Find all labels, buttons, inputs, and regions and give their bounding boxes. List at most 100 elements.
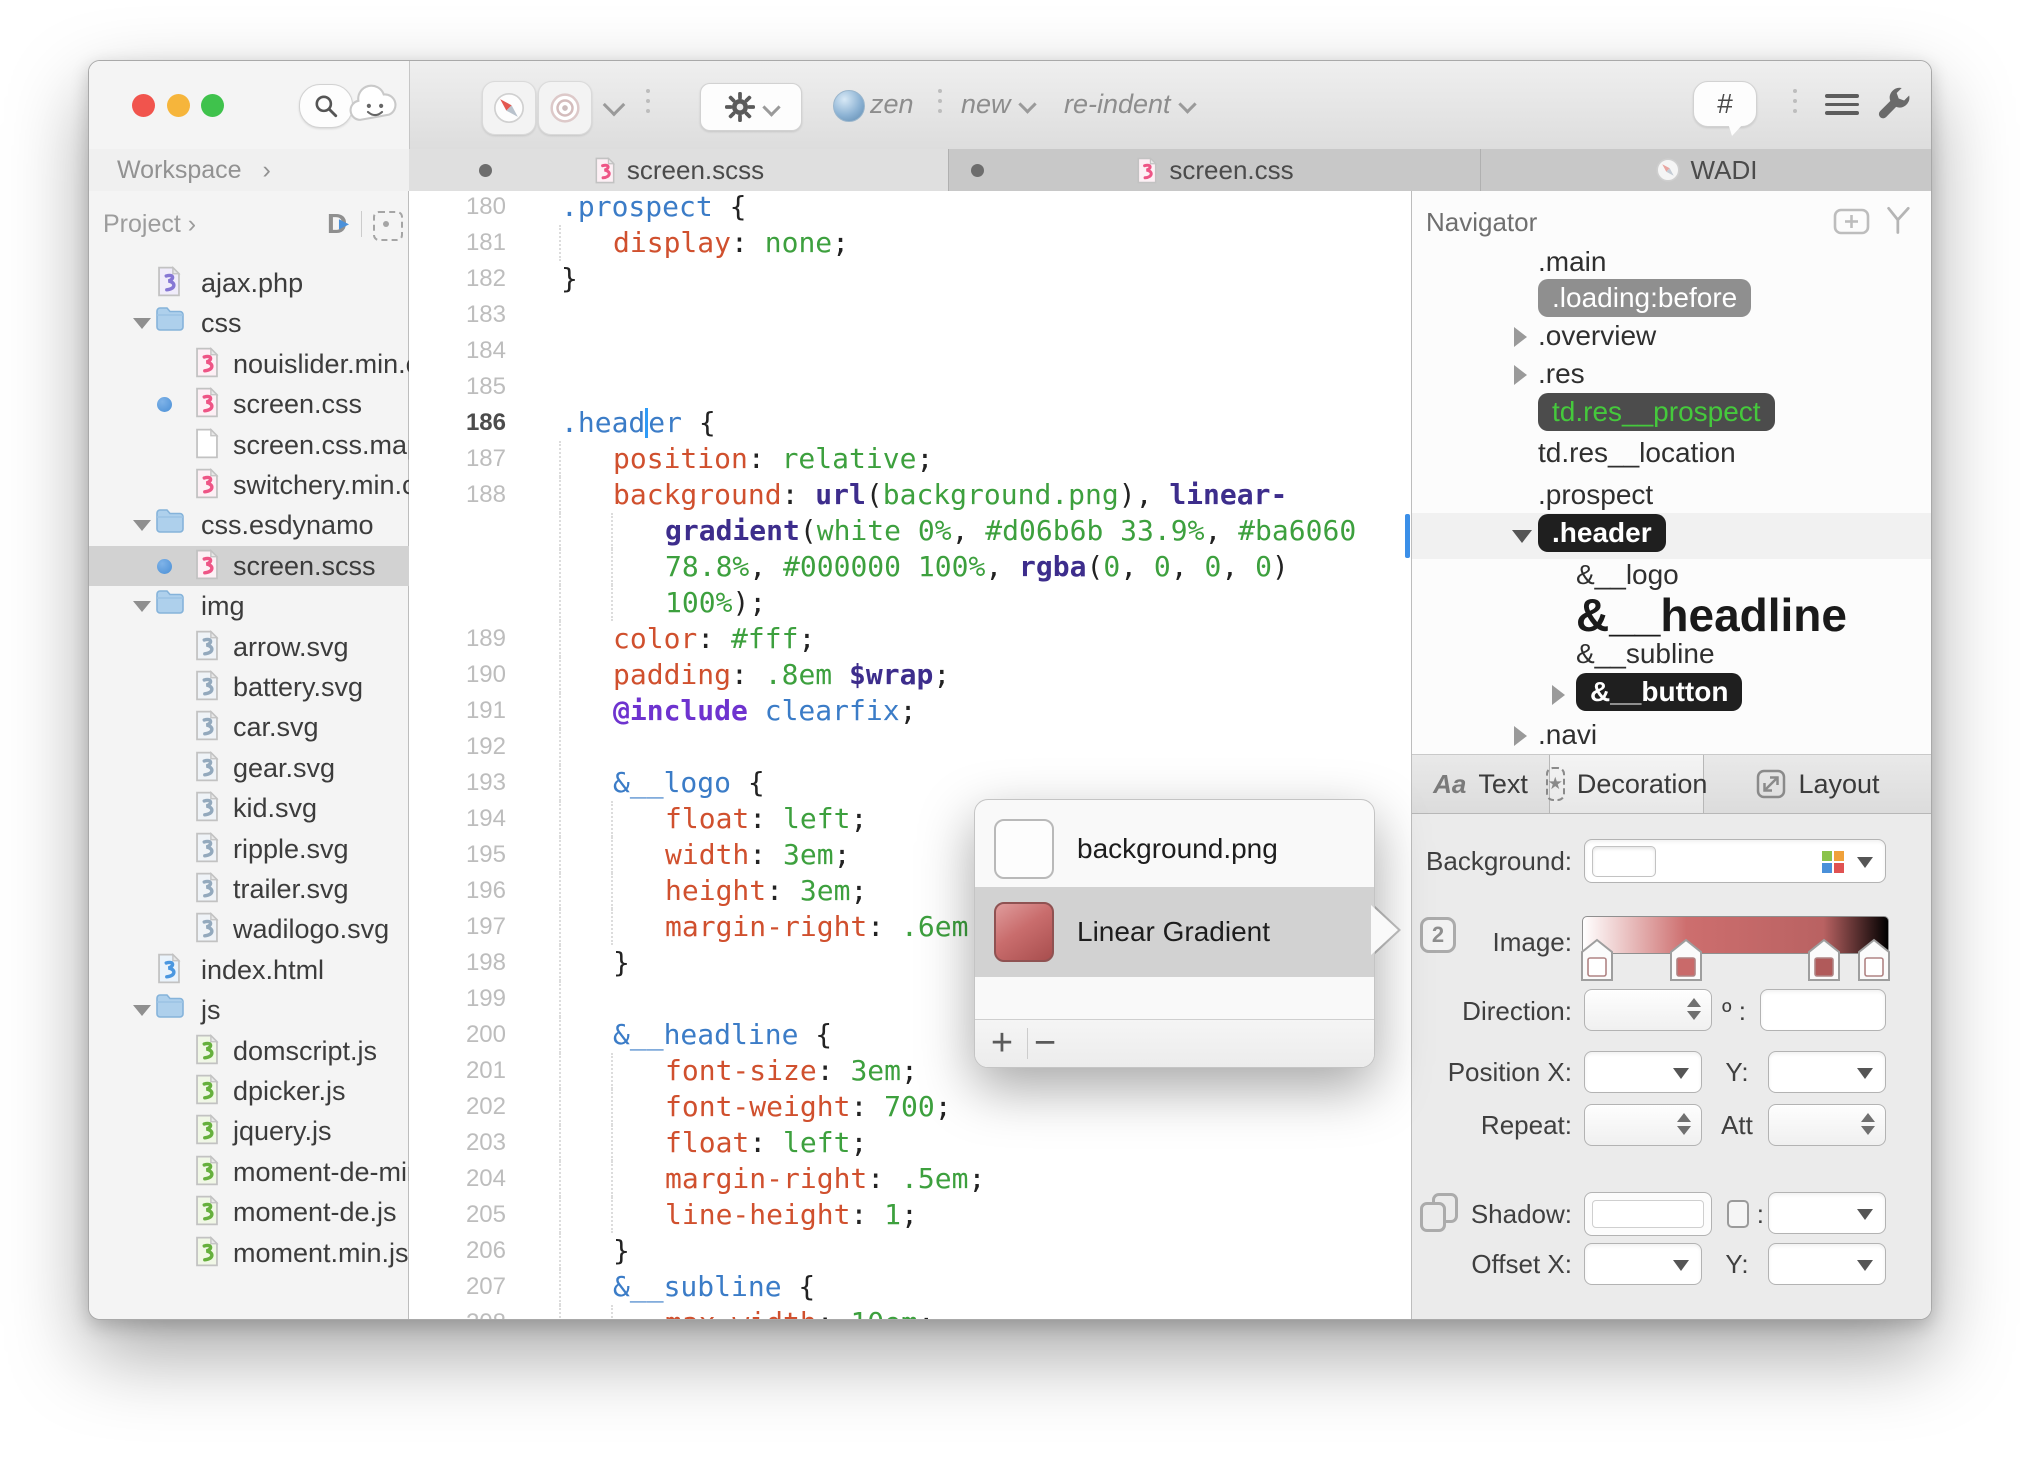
shadow-value-well[interactable]	[1584, 1192, 1712, 1236]
code-line-181[interactable]: 181 display: none;	[409, 225, 1411, 261]
background-color-well[interactable]	[1592, 846, 1656, 877]
tab-screen-css[interactable]: screen.css	[949, 149, 1481, 191]
repeat-stepper[interactable]	[1584, 1104, 1702, 1146]
remove-image-button[interactable]: −	[1023, 1020, 1067, 1067]
code-line-189[interactable]: 189 color: #fff;	[409, 621, 1411, 657]
tree-item-car.svg[interactable]: car.svg	[89, 707, 409, 747]
folder-disclosure-icon[interactable]	[133, 1005, 151, 1016]
attachment-stepper[interactable]	[1768, 1104, 1886, 1146]
target-action-button[interactable]	[538, 81, 592, 135]
tree-item-arrow.svg[interactable]: arrow.svg	[89, 627, 409, 667]
offset-y-dropdown[interactable]	[1768, 1243, 1886, 1285]
add-group-icon[interactable]	[1833, 206, 1871, 236]
scope-icon[interactable]	[373, 211, 403, 241]
tree-item-gear.svg[interactable]: gear.svg	[89, 748, 409, 788]
css-hash-bubble-button[interactable]: #	[1693, 81, 1757, 127]
code-line-182[interactable]: 182 }	[409, 261, 1411, 297]
tree-item-dpicker.js[interactable]: dpicker.js	[89, 1071, 409, 1111]
tree-item-js[interactable]: js	[89, 990, 409, 1030]
offset-x-dropdown[interactable]	[1584, 1243, 1702, 1285]
tree-item-moment-de-min.js[interactable]: moment-de-min.js	[89, 1152, 409, 1192]
code-line-192[interactable]: 192	[409, 729, 1411, 765]
code-line-185[interactable]: 185	[409, 369, 1411, 405]
new-menu[interactable]: new	[961, 89, 1034, 120]
tree-item-index.html[interactable]: index.html	[89, 950, 409, 990]
disclosure-down-icon[interactable]	[1512, 530, 1532, 543]
code-line-204[interactable]: 204 margin-right: .5em;	[409, 1161, 1411, 1197]
code-line-193[interactable]: 193 &__logo {	[409, 765, 1411, 801]
direction-degrees-input[interactable]	[1760, 989, 1886, 1031]
position-x-dropdown[interactable]	[1584, 1051, 1702, 1093]
disclosure-right-icon[interactable]	[1514, 365, 1527, 385]
tree-item-switchery.min.css[interactable]: switchery.min.css	[89, 465, 409, 505]
folder-disclosure-icon[interactable]	[133, 520, 151, 531]
minimize-window-button[interactable]	[167, 94, 190, 117]
tree-item-moment-de.js[interactable]: moment-de.js	[89, 1192, 409, 1232]
tree-item-domscript.js[interactable]: domscript.js	[89, 1031, 409, 1071]
gear-menu-button[interactable]	[700, 83, 802, 131]
tree-item-trailer.svg[interactable]: trailer.svg	[89, 869, 409, 909]
gradient-stop-handle[interactable]	[1857, 938, 1891, 982]
gradient-stop-handle[interactable]	[1807, 938, 1841, 982]
tree-item-css[interactable]: css	[89, 303, 409, 343]
code-line-180[interactable]: 180 .prospect {	[409, 191, 1411, 225]
tree-item-ripple.svg[interactable]: ripple.svg	[89, 829, 409, 869]
workspace-header[interactable]: Workspace ›	[89, 149, 410, 192]
background-color-combo[interactable]	[1584, 839, 1886, 883]
tree-item-css.esdynamo[interactable]: css.esdynamo	[89, 505, 409, 545]
code-line-wrap[interactable]: 100%);	[409, 585, 1411, 621]
code-line-191[interactable]: 191 @include clearfix;	[409, 693, 1411, 729]
preview-button[interactable]	[482, 81, 536, 135]
tree-item-nouislider.min.css[interactable]: nouislider.min.css	[89, 344, 409, 384]
disclosure-right-icon[interactable]	[1514, 327, 1527, 347]
tree-item-screen.css.map[interactable]: screen.css.map	[89, 425, 409, 465]
code-line-wrap[interactable]: gradient(white 0%, #d06b6b 33.9%, #ba606…	[409, 513, 1411, 549]
shadow-color-chip-icon[interactable]	[1727, 1200, 1749, 1228]
close-window-button[interactable]	[132, 94, 155, 117]
search-button[interactable]	[299, 84, 353, 128]
code-line-187[interactable]: 187 position: relative;	[409, 441, 1411, 477]
folder-disclosure-icon[interactable]	[133, 318, 151, 329]
code-line-203[interactable]: 203 float: left;	[409, 1125, 1411, 1161]
direction-stepper[interactable]	[1584, 989, 1712, 1031]
code-line-wrap[interactable]: 78.8%, #000000 100%, rgba(0, 0, 0, 0)	[409, 549, 1411, 585]
code-editor[interactable]: 180 .prospect { 181 display: none; 182 }…	[409, 191, 1411, 1319]
zoom-window-button[interactable]	[201, 94, 224, 117]
tree-item-screen.css[interactable]: screen.css	[89, 384, 409, 424]
disclosure-right-icon[interactable]	[1552, 685, 1565, 705]
tree-item-jquery.js[interactable]: jquery.js	[89, 1111, 409, 1151]
code-line-183[interactable]: 183	[409, 297, 1411, 333]
tools-button[interactable]	[1873, 85, 1915, 132]
code-line-208[interactable]: 208 max-width: 10em;	[409, 1305, 1411, 1319]
tree-item-wadilogo.svg[interactable]: wadilogo.svg	[89, 909, 409, 949]
dynamo-icon[interactable]: D▸	[327, 208, 356, 240]
tree-item-screen.scss[interactable]: screen.scss	[89, 546, 409, 586]
position-y-dropdown[interactable]	[1768, 1051, 1886, 1093]
add-image-button[interactable]: +	[980, 1020, 1024, 1067]
code-line-202[interactable]: 202 font-weight: 700;	[409, 1089, 1411, 1125]
tab-screen-scss[interactable]: screen.scss	[409, 149, 949, 191]
sync-cloud-button[interactable]	[347, 81, 403, 134]
navigator-filter-icon[interactable]	[1884, 206, 1914, 236]
reindent-menu[interactable]: re-indent	[1064, 89, 1194, 120]
popover-item-background-png[interactable]: background.png	[975, 810, 1374, 887]
code-line-205[interactable]: 205 line-height: 1;	[409, 1197, 1411, 1233]
tree-item-moment.min.js[interactable]: moment.min.js	[89, 1233, 409, 1273]
tab-text[interactable]: Aa Text	[1412, 755, 1549, 813]
code-line-206[interactable]: 206 }	[409, 1233, 1411, 1269]
code-line-186[interactable]: 186 .header {	[409, 405, 1411, 441]
shadow-color-dropdown[interactable]	[1768, 1192, 1886, 1234]
list-menu-button[interactable]	[1825, 89, 1859, 120]
project-header[interactable]: Project › D▸	[89, 203, 409, 247]
gradient-editor-bar[interactable]	[1582, 916, 1889, 954]
tree-item-ajax.php[interactable]: ajax.php	[89, 263, 409, 303]
gradient-stop-handle[interactable]	[1580, 938, 1614, 982]
code-line-184[interactable]: 184	[409, 333, 1411, 369]
folder-disclosure-icon[interactable]	[133, 601, 151, 612]
code-line-207[interactable]: 207 &__subline {	[409, 1269, 1411, 1305]
tab-layout[interactable]: Layout	[1704, 755, 1932, 813]
disclosure-right-icon[interactable]	[1514, 726, 1527, 746]
tab-wadi[interactable]: WADI	[1481, 149, 1931, 191]
tree-item-kid.svg[interactable]: kid.svg	[89, 788, 409, 828]
gradient-stop-handle[interactable]	[1669, 938, 1703, 982]
